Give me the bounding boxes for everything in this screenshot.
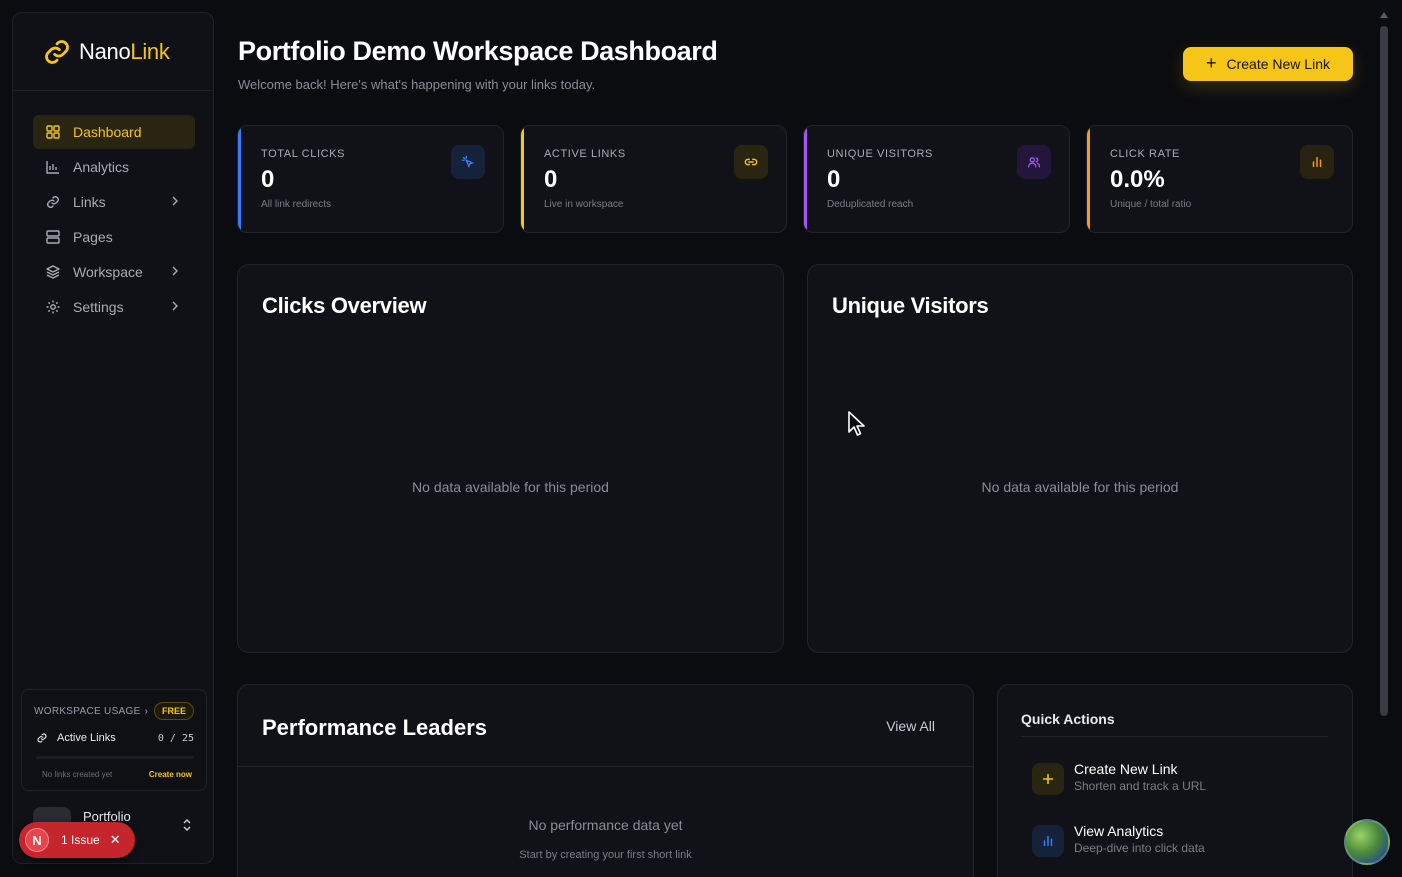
layout-icon [45,229,61,245]
chevron-right-icon: › [144,706,149,717]
sidebar-nav: Dashboard Analytics Links Pages Workspac… [33,115,195,325]
stat-label: UNIQUE VISITORS [827,148,933,160]
stat-card-unique-visitors: UNIQUE VISITORS 0 Deduplicated reach [803,125,1070,233]
link-icon [734,145,768,179]
stat-accent [521,126,524,232]
stat-hint: All link redirects [261,199,332,210]
stat-card-active-links: ACTIVE LINKS 0 Live in workspace [520,125,787,233]
issues-badge[interactable]: N 1 Issue ✕ [19,822,135,858]
quick-action-view-analytics[interactable]: View Analytics Deep-dive into click data [1032,823,1322,863]
user-avatar[interactable] [1344,819,1390,865]
issue-count: 1 Issue [61,833,100,847]
quick-actions-panel: Quick Actions Create New Link Shorten an… [997,684,1353,877]
workspace-usage-card: WORKSPACE USAGE › FREE Active Links 0 / 2… [21,689,207,791]
close-icon[interactable]: ✕ [110,832,121,848]
plus-icon [1032,763,1064,795]
chevron-up-down-icon [183,818,191,832]
plus-icon: + [1205,53,1217,73]
stat-label: CLICK RATE [1110,148,1180,160]
link-logo-icon [45,39,69,64]
chevron-right-icon [172,196,178,206]
empty-state-text: No data available for this period [412,479,609,495]
empty-state-subtext: Start by creating your first short link [519,849,692,861]
layers-icon [45,264,61,280]
sidebar-item-settings[interactable]: Settings [33,290,195,324]
stat-accent [238,126,241,232]
unique-visitors-panel: Unique Visitors No data available for th… [807,264,1353,653]
page-title: Portfolio Demo Workspace Dashboard [238,36,718,66]
view-all-link[interactable]: View All [886,718,935,734]
create-new-link-button[interactable]: + Create New Link [1183,47,1353,81]
link-icon [37,733,47,743]
usage-empty-text: No links created yet [42,770,113,779]
sidebar-item-analytics[interactable]: Analytics [33,150,195,184]
stat-hint: Live in workspace [544,199,624,210]
divider [1021,736,1328,737]
stat-accent [804,126,807,232]
sidebar-item-links[interactable]: Links [33,185,195,219]
panel-title: Quick Actions [1021,711,1115,727]
stat-value: 0 [261,166,275,193]
bar-chart-icon [1032,825,1064,857]
clicks-overview-panel: Clicks Overview No data available for th… [237,264,784,653]
usage-count: 0 / 25 [157,733,194,744]
scroll-up-arrow-icon[interactable] [1380,12,1388,18]
sidebar-item-label: Analytics [73,159,130,175]
panel-title: Clicks Overview [262,293,427,318]
quick-action-desc: Deep-dive into click data [1074,841,1205,855]
brand-logo[interactable]: NanoLink [13,13,213,91]
brand-name: NanoLink [79,38,170,64]
sidebar-item-label: Pages [73,229,113,245]
create-button-label: Create New Link [1226,56,1331,72]
gear-icon [45,299,61,315]
plan-badge: FREE [153,702,194,720]
users-icon [1017,145,1051,179]
stat-hint: Deduplicated reach [827,199,914,210]
sidebar-item-pages[interactable]: Pages [33,220,195,254]
page-scrollbar-thumb[interactable] [1380,26,1388,716]
stat-card-click-rate: CLICK RATE 0.0% Unique / total ratio [1086,125,1353,233]
sidebar-item-label: Dashboard [73,124,142,140]
sidebar-item-dashboard[interactable]: Dashboard [33,115,195,149]
stat-hint: Unique / total ratio [1110,199,1192,210]
chevron-right-icon [172,266,178,276]
chevron-right-icon [172,301,178,311]
stat-label: TOTAL CLICKS [261,148,346,160]
workspace-usage-link[interactable]: WORKSPACE USAGE › [34,706,148,717]
quick-action-desc: Shorten and track a URL [1074,779,1207,793]
usage-active-links: Active Links 0 / 25 [36,732,194,744]
empty-state-text: No data available for this period [981,479,1179,495]
performance-leaders-panel: Performance Leaders View All No performa… [237,684,974,877]
mouse-cursor-icon [848,411,865,436]
grid-icon [45,124,61,140]
quick-action-name: Create New Link [1074,761,1178,777]
create-now-link[interactable]: Create now [149,770,192,779]
bar-chart-icon [45,159,61,175]
click-icon [451,145,485,179]
usage-progress-bar [36,756,194,759]
sidebar-item-label: Settings [73,299,124,315]
panel-title: Performance Leaders [262,715,487,740]
stat-value: 0 [544,166,558,193]
usage-label: Active Links [57,732,116,744]
page-subtitle: Welcome back! Here's what's happening wi… [238,77,596,92]
quick-action-create-link[interactable]: Create New Link Shorten and track a URL [1032,761,1322,801]
issue-logo: N [25,828,49,852]
stat-value: 0.0% [1110,166,1165,193]
stat-card-total-clicks: TOTAL CLICKS 0 All link redirects [237,125,504,233]
empty-state-text: No performance data yet [528,817,683,833]
stat-accent [1087,126,1090,232]
sidebar-item-label: Workspace [73,264,143,280]
panel-title: Unique Visitors [832,293,989,318]
stat-value: 0 [827,166,841,193]
sidebar-item-label: Links [73,194,106,210]
sidebar: NanoLink Dashboard Analytics Links Pages… [12,12,214,864]
link-icon [45,194,61,210]
panel-header: Performance Leaders View All [238,685,973,767]
bar-chart-icon [1300,145,1334,179]
sidebar-item-workspace[interactable]: Workspace [33,255,195,289]
quick-action-name: View Analytics [1074,823,1164,839]
stat-label: ACTIVE LINKS [544,148,626,160]
